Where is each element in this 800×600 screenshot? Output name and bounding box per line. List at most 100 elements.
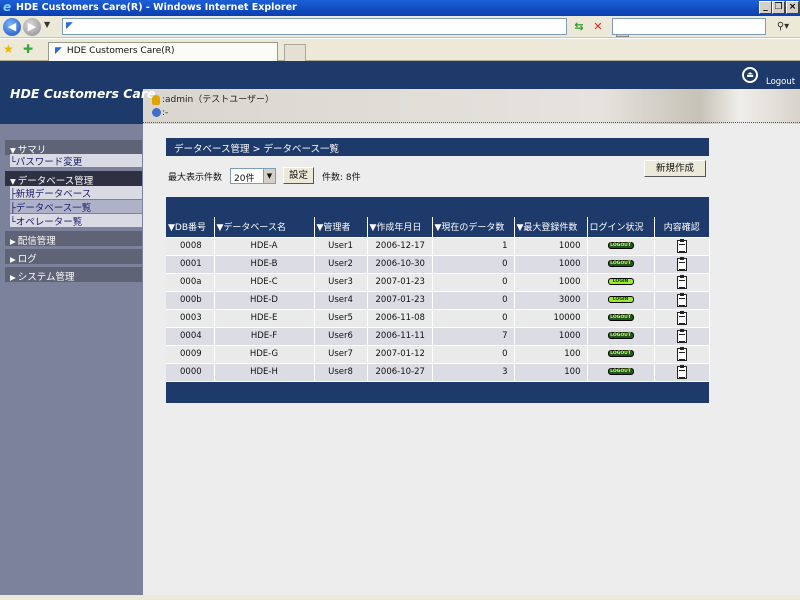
tab-page-icon: ◤ bbox=[55, 46, 62, 56]
clipboard-icon[interactable] bbox=[676, 292, 687, 307]
db-number-cell: 0001 bbox=[166, 255, 215, 274]
apply-button[interactable]: 設定 bbox=[283, 167, 314, 184]
max-count-cell: 10000 bbox=[514, 309, 588, 328]
clipboard-icon[interactable] bbox=[676, 274, 687, 289]
refresh-icon[interactable]: ⇆ bbox=[571, 19, 587, 34]
clipboard-icon[interactable] bbox=[676, 238, 687, 253]
login-status-cell: LOGOUT bbox=[587, 345, 655, 364]
history-dropdown-icon[interactable]: ▼ bbox=[44, 20, 50, 29]
app-header: ⏏ Logout bbox=[0, 61, 800, 89]
status-badge: LOGOUT bbox=[607, 242, 634, 249]
created-date-cell: 2006-12-17 bbox=[367, 237, 433, 256]
admin-cell: User3 bbox=[314, 273, 368, 292]
max-count-cell: 1000 bbox=[514, 237, 588, 256]
sidebar-item-operator-list[interactable]: └オペレーター覧 bbox=[10, 214, 142, 228]
sort-admin-header[interactable]: ▼管理者 bbox=[314, 217, 368, 238]
minimize-button[interactable]: _ bbox=[759, 1, 772, 14]
db-name-cell: HDE-E bbox=[214, 309, 315, 328]
view-contents-cell bbox=[654, 363, 710, 382]
clipboard-icon[interactable] bbox=[676, 310, 687, 325]
view-contents-cell bbox=[654, 309, 710, 328]
db-name-cell: HDE-F bbox=[214, 327, 315, 346]
sidebar-group-label: システム管理 bbox=[17, 272, 75, 283]
sidebar-group-delivery[interactable]: ▶ 配信管理 bbox=[5, 231, 142, 247]
sort-max-count-header[interactable]: ▼最大登録件数 bbox=[514, 217, 588, 238]
created-date-cell: 2007-01-23 bbox=[367, 291, 433, 310]
sort-db-name-header[interactable]: ▼データベース名 bbox=[214, 217, 315, 238]
status-badge: LOGIN bbox=[607, 296, 634, 303]
sidebar-item-database-list[interactable]: ├データベース一覧 bbox=[10, 200, 142, 214]
stop-icon[interactable]: ✕ bbox=[590, 19, 606, 34]
login-status-header: ログイン状況 bbox=[587, 217, 655, 238]
table-row: 000a HDE-C User3 2007-01-23 0 1000 LOGIN bbox=[166, 273, 710, 292]
sidebar-group-label: ログ bbox=[17, 254, 37, 265]
restore-button[interactable]: ❐ bbox=[772, 1, 785, 14]
admin-cell: User8 bbox=[314, 363, 368, 382]
current-count-cell: 3 bbox=[432, 363, 515, 382]
status-badge: LOGOUT bbox=[607, 368, 634, 375]
add-favorite-icon[interactable]: ✚ bbox=[23, 42, 33, 56]
new-tab-button[interactable] bbox=[284, 44, 306, 61]
view-contents-cell bbox=[654, 327, 710, 346]
view-contents-cell bbox=[654, 291, 710, 310]
sidebar-group-summary[interactable]: ▼ サマリ bbox=[5, 140, 142, 156]
login-status-cell: LOGOUT bbox=[587, 363, 655, 382]
current-count-cell: 0 bbox=[432, 345, 515, 364]
browser-tab[interactable]: ◤ HDE Customers Care(R) bbox=[48, 42, 278, 61]
search-input[interactable] bbox=[612, 18, 766, 35]
address-input[interactable]: ◤ ▼ bbox=[62, 18, 629, 37]
clipboard-icon[interactable] bbox=[676, 256, 687, 271]
db-name-cell: HDE-B bbox=[214, 255, 315, 274]
max-rows-select[interactable]: 20件 ▼ bbox=[230, 168, 276, 184]
login-status-cell: LOGOUT bbox=[587, 255, 655, 274]
table-row: 000b HDE-D User4 2007-01-23 0 3000 LOGIN bbox=[166, 291, 710, 310]
table-row: 0000 HDE-H User8 2006-10-27 3 100 LOGOUT bbox=[166, 363, 710, 382]
sort-current-count-header[interactable]: ▼現在のデータ数 bbox=[432, 217, 515, 238]
search-icon[interactable]: ⚲▾ bbox=[770, 19, 796, 34]
db-number-cell: 000b bbox=[166, 291, 215, 310]
back-button[interactable]: ◀ bbox=[3, 18, 21, 36]
view-contents-cell bbox=[654, 237, 710, 256]
database-table: ▼DB番号 ▼データベース名 ▼管理者 ▼作成年月日 ▼現在のデータ数 ▼最大登… bbox=[166, 217, 710, 382]
db-number-cell: 0008 bbox=[166, 237, 215, 256]
logout-icon: ⏏ bbox=[742, 67, 758, 83]
sidebar-group-system[interactable]: ▶ システム管理 bbox=[5, 267, 142, 283]
sidebar-item-label: オペレーター覧 bbox=[15, 217, 83, 228]
sidebar-group-database[interactable]: ▼ データベース管理 bbox=[5, 171, 142, 187]
db-number-cell: 000a bbox=[166, 273, 215, 292]
sort-created-header[interactable]: ▼作成年月日 bbox=[367, 217, 433, 238]
user-icon bbox=[152, 94, 160, 105]
chevron-down-icon: ▼ bbox=[263, 169, 275, 183]
clipboard-icon[interactable] bbox=[676, 328, 687, 343]
db-number-cell: 0000 bbox=[166, 363, 215, 382]
new-database-button[interactable]: 新規作成 bbox=[644, 160, 706, 177]
forward-button[interactable]: ▶ bbox=[23, 18, 41, 36]
breadcrumb: データベース管理 > データベース一覧 bbox=[166, 138, 709, 156]
favorites-star-icon[interactable]: ★ bbox=[3, 42, 14, 56]
sidebar-item-label: 新規データベース bbox=[15, 189, 92, 200]
sort-db-number-header[interactable]: ▼DB番号 bbox=[166, 217, 215, 238]
clipboard-icon[interactable] bbox=[676, 364, 687, 379]
sidebar-item-password-change[interactable]: └パスワード変更 bbox=[10, 154, 142, 168]
table-row: 0008 HDE-A User1 2006-12-17 1 1000 LOGOUT bbox=[166, 237, 710, 256]
admin-cell: User5 bbox=[314, 309, 368, 328]
address-toolbar: ◀ ▶ ▼ ◤ ▼ ⇆ ✕ ⚲▾ bbox=[0, 16, 800, 38]
logout-button[interactable]: ⏏ Logout bbox=[740, 67, 800, 89]
sidebar-group-label: 配信管理 bbox=[17, 236, 56, 247]
sidebar-item-new-database[interactable]: ├新規データベース bbox=[10, 186, 142, 200]
close-window-button[interactable]: × bbox=[786, 1, 799, 14]
user-label: :admin（テストユーザー） bbox=[162, 95, 275, 105]
current-count-cell: 0 bbox=[432, 309, 515, 328]
record-count: 件数: 8件 bbox=[322, 173, 361, 183]
table-row: 0001 HDE-B User2 2006-10-30 0 1000 LOGOUT bbox=[166, 255, 710, 274]
sidebar-group-log[interactable]: ▶ ログ bbox=[5, 249, 142, 265]
db-name-cell: HDE-D bbox=[214, 291, 315, 310]
clipboard-icon[interactable] bbox=[676, 346, 687, 361]
max-count-cell: 100 bbox=[514, 345, 588, 364]
admin-cell: User1 bbox=[314, 237, 368, 256]
created-date-cell: 2006-10-30 bbox=[367, 255, 433, 274]
brand-logo: HDE Customers Care bbox=[10, 86, 156, 101]
collapsed-triangle-icon: ▶ bbox=[10, 237, 16, 246]
login-status-cell: LOGOUT bbox=[587, 309, 655, 328]
admin-cell: User6 bbox=[314, 327, 368, 346]
